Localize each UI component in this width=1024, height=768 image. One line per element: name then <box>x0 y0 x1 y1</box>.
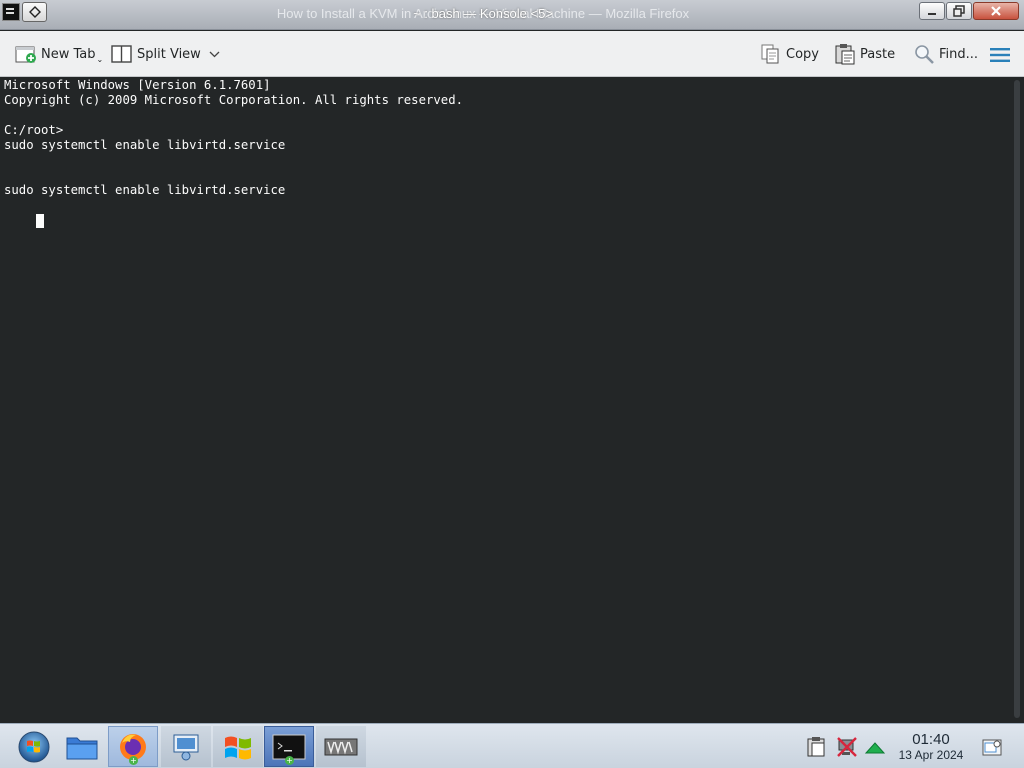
terminal-line: sudo systemctl enable libvirtd.service <box>4 138 286 152</box>
restore-icon <box>953 5 965 17</box>
paste-icon <box>834 43 856 65</box>
window-title: ~ : bash — Konsole <5> <box>413 6 553 21</box>
system-clock[interactable]: 01:40 13 Apr 2024 <box>890 731 972 762</box>
terminal-line: sudo systemctl enable libvirtd.service <box>4 183 286 197</box>
terminal-cursor <box>36 214 44 228</box>
taskbar-file-manager[interactable] <box>57 726 107 767</box>
paste-button[interactable]: Paste <box>834 42 895 66</box>
updates-arrow-icon[interactable] <box>864 736 886 758</box>
chevron-down-icon[interactable] <box>209 48 220 61</box>
new-tab-icon <box>15 43 37 65</box>
scrollbar-thumb[interactable] <box>1014 80 1020 718</box>
chevron-down-icon[interactable]: ⌄ <box>97 55 104 64</box>
konsole-toolbar: New Tab ⌄ Split View Copy Paste Find... <box>0 31 1024 77</box>
taskbar-konsole[interactable]: + <box>264 726 314 767</box>
new-tab-button[interactable]: New Tab ⌄ <box>15 42 103 66</box>
windows-flag-icon <box>225 736 251 759</box>
network-disconnected-icon[interactable] <box>836 736 858 758</box>
network-computer-icon <box>173 734 199 760</box>
copy-label: Copy <box>786 46 819 62</box>
split-view-icon <box>111 43 133 65</box>
show-desktop-icon[interactable] <box>981 736 1003 758</box>
terminal-scrollbar[interactable] <box>1010 78 1024 722</box>
find-button[interactable]: Find... <box>913 42 978 66</box>
maximize-button[interactable] <box>946 2 972 20</box>
minimize-button[interactable] <box>919 2 945 20</box>
close-button[interactable] <box>973 2 1019 20</box>
taskbar-firefox[interactable]: + <box>108 726 158 767</box>
terminal-line: C:/root> <box>4 123 64 137</box>
plus-icon: + <box>129 756 138 765</box>
terminal-line: Microsoft Windows [Version 6.1.7601] <box>4 78 271 92</box>
close-icon <box>991 6 1001 16</box>
hamburger-menu-icon <box>990 48 1010 62</box>
terminal-line: Copyright (c) 2009 Microsoft Corporation… <box>4 93 464 107</box>
plus-icon: + <box>285 756 294 765</box>
clock-date: 13 Apr 2024 <box>898 748 964 762</box>
taskbar-virt-manager[interactable] <box>316 726 366 767</box>
copy-button[interactable]: Copy <box>760 42 819 66</box>
terminal-output[interactable]: Microsoft Windows [Version 6.1.7601] Cop… <box>0 78 1010 722</box>
split-view-button[interactable]: Split View <box>111 42 220 66</box>
start-button[interactable] <box>9 726 59 767</box>
windows-start-orb-icon <box>18 731 50 762</box>
clock-time: 01:40 <box>912 731 950 748</box>
taskbar: + + 01:40 13 Apr 2024 <box>0 723 1024 768</box>
folder-icon <box>66 737 98 759</box>
copy-icon <box>760 43 782 65</box>
taskbar-network-settings[interactable] <box>161 726 211 767</box>
split-view-label: Split View <box>137 46 201 62</box>
window-titlebar[interactable]: How to Install a KVM in Arch Linux — Vir… <box>0 0 1024 30</box>
search-icon <box>913 43 935 65</box>
taskbar-windows-flag[interactable] <box>213 726 263 767</box>
find-label: Find... <box>939 46 979 62</box>
minimize-icon <box>928 13 936 15</box>
hamburger-menu-button[interactable] <box>990 43 1010 67</box>
paste-label: Paste <box>860 46 896 62</box>
new-tab-label: New Tab <box>41 46 96 62</box>
virt-manager-icon <box>324 738 358 755</box>
clipboard-icon[interactable] <box>806 736 828 758</box>
